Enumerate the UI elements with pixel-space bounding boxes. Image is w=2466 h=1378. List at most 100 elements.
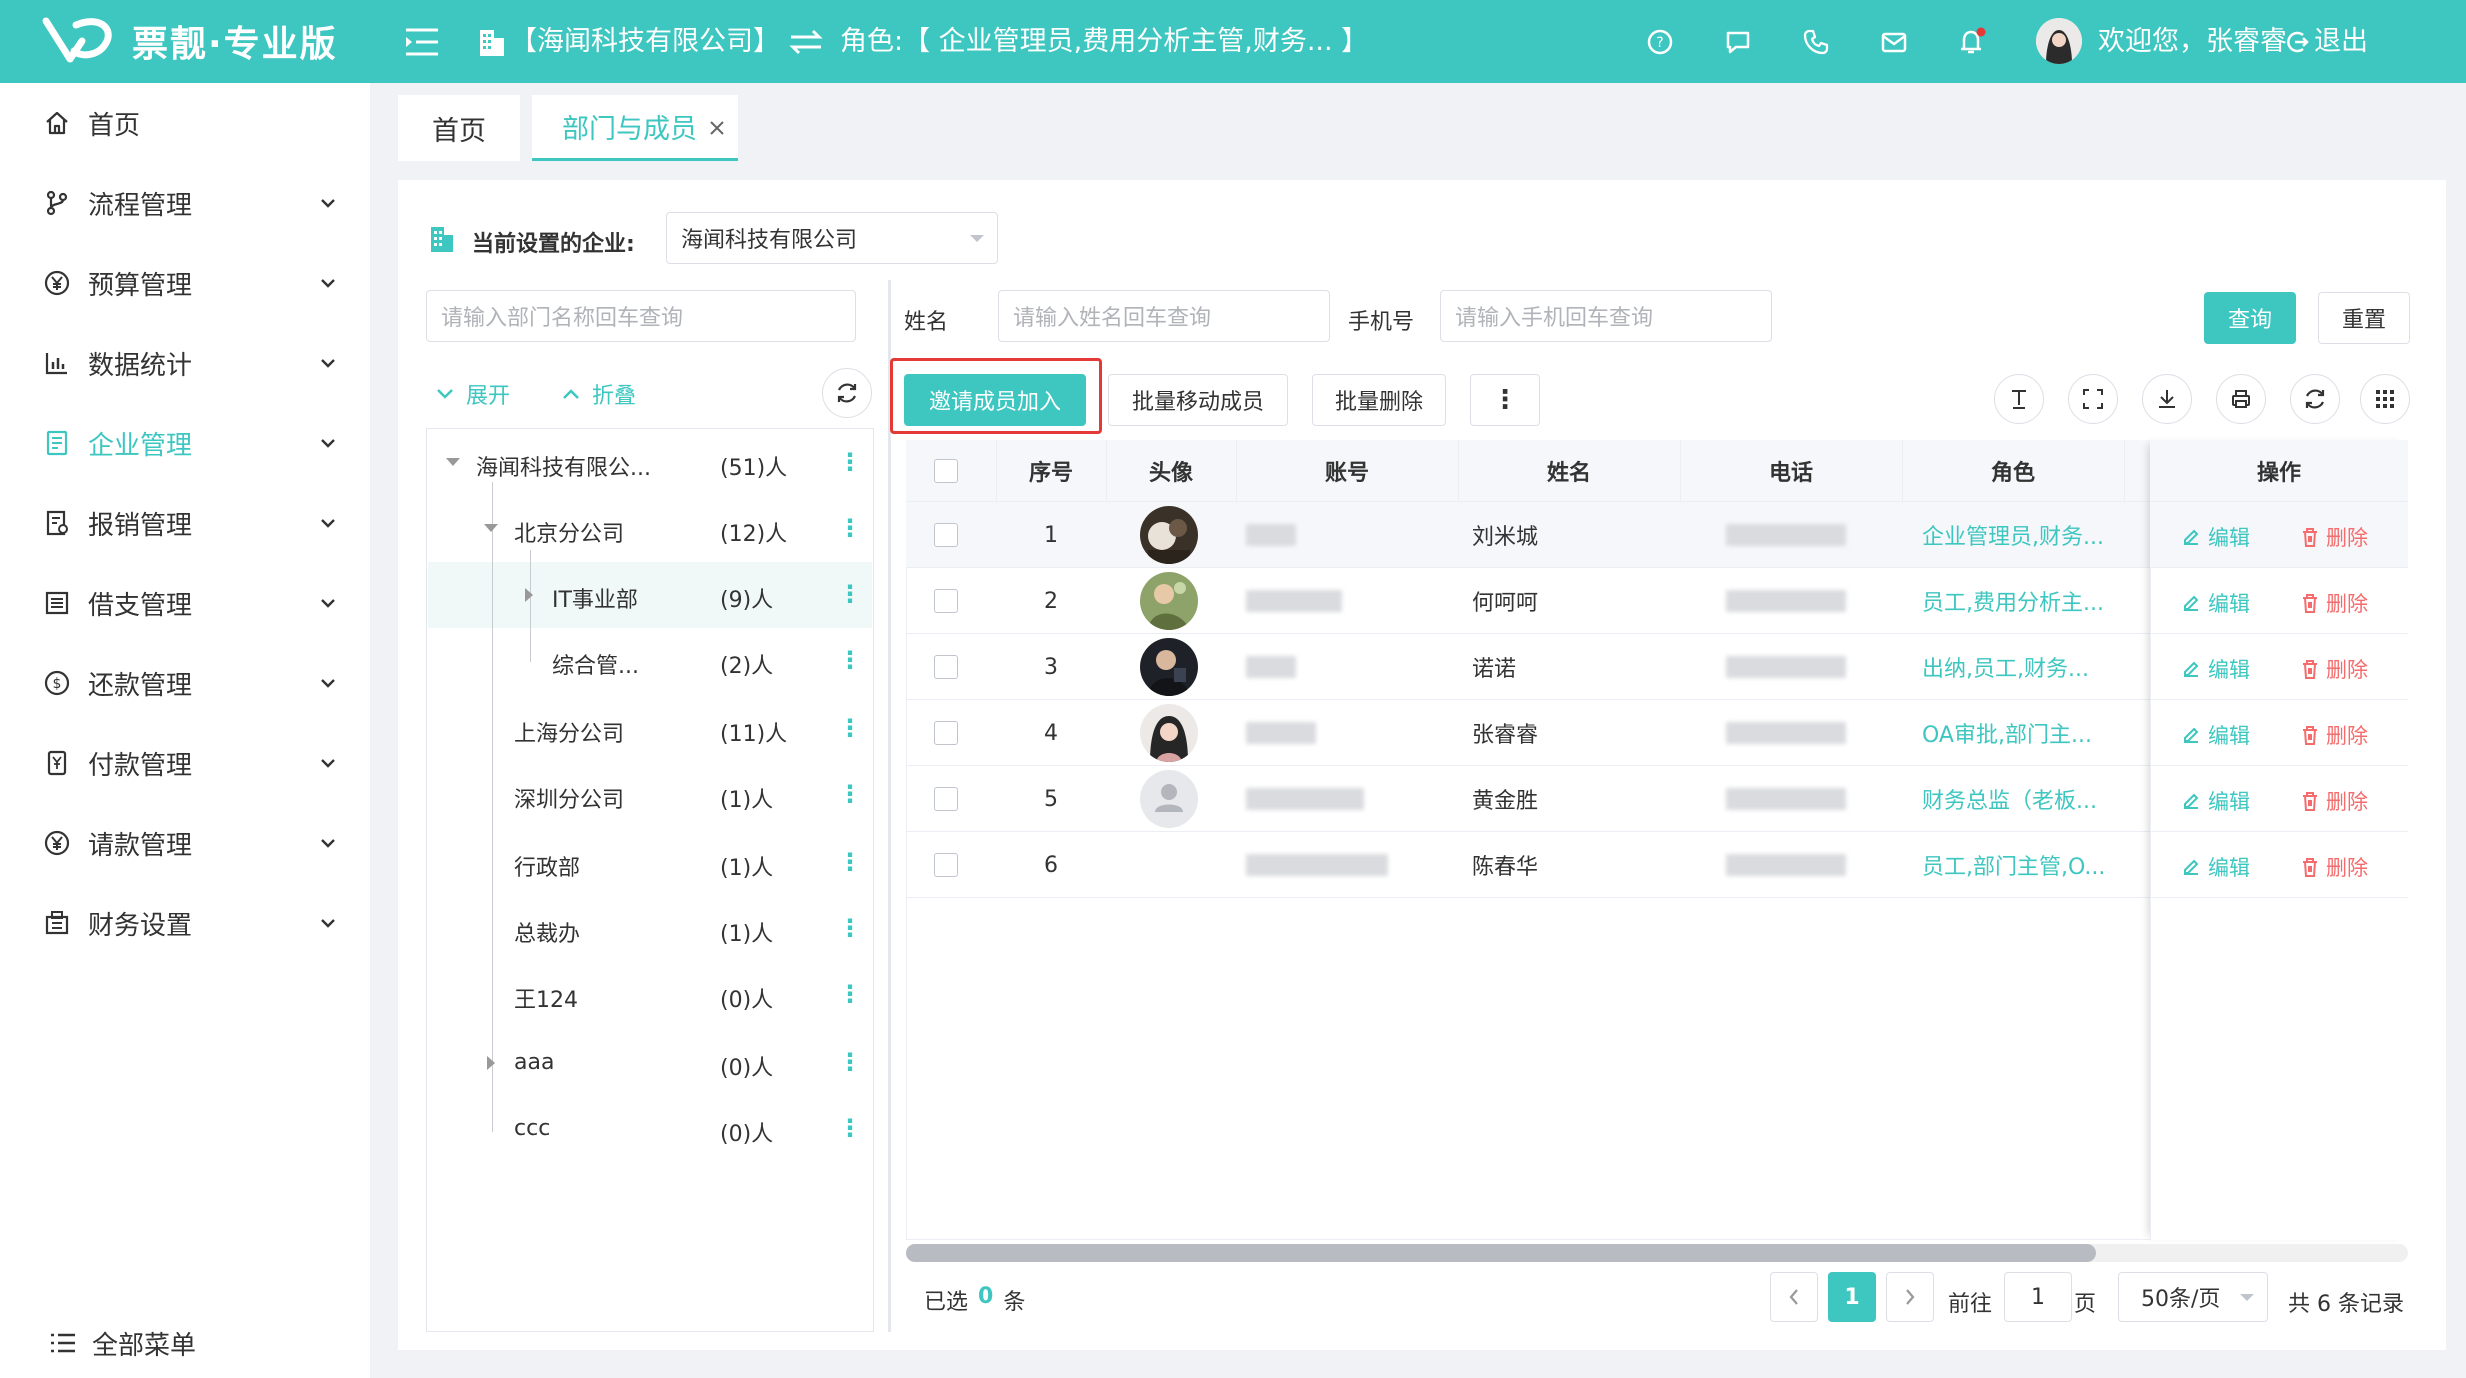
batch-move-button[interactable]: 批量移动成员 (1108, 374, 1288, 426)
tree-node[interactable]: 王124 (0)人 ⋮ (428, 962, 872, 1028)
edit-button[interactable]: 编辑 (2180, 654, 2250, 684)
row-checkbox[interactable] (934, 523, 958, 547)
page-1-button[interactable]: 1 (1828, 1272, 1876, 1322)
tree-node[interactable]: 深圳分公司 (1)人 ⋮ (428, 762, 872, 828)
current-company[interactable]: 【海闻科技有限公司】 (510, 20, 780, 64)
more-actions-button[interactable]: ⋮ (1470, 374, 1540, 426)
goto-page-input[interactable]: 1 (2004, 1272, 2072, 1322)
tree-node[interactable]: 综合管... (2)人 ⋮ (428, 628, 872, 694)
page-size-select[interactable]: 50条/页 (2118, 1272, 2268, 1322)
tree-node[interactable]: 行政部 (1)人 ⋮ (428, 830, 872, 896)
member-role[interactable]: 出纳,员工,财务... (1922, 634, 2089, 700)
tree-node[interactable]: 北京分公司 (12)人 ⋮ (428, 496, 872, 562)
member-role[interactable]: 企业管理员,财务... (1922, 502, 2104, 568)
delete-button[interactable]: 删除 (2300, 588, 2368, 618)
delete-button[interactable]: 删除 (2300, 852, 2368, 882)
horizontal-scrollbar-thumb[interactable] (906, 1244, 2096, 1262)
more-vertical-icon[interactable]: ⋮ (838, 514, 862, 542)
more-vertical-icon[interactable]: ⋮ (838, 914, 862, 942)
name-search-input[interactable]: 请输入姓名回车查询 (998, 290, 1330, 342)
delete-button[interactable]: 删除 (2300, 720, 2368, 750)
tab-departments-members[interactable]: 部门与成员 (532, 95, 738, 161)
app-logo[interactable]: 票靓·专业版 (40, 10, 360, 72)
member-role[interactable]: 员工,费用分析主... (1922, 568, 2104, 634)
more-vertical-icon[interactable]: ⋮ (838, 580, 862, 608)
query-button[interactable]: 查询 (2204, 292, 2296, 344)
next-page-button[interactable] (1886, 1272, 1934, 1322)
sidebar-item-payment[interactable]: 付款管理 (0, 733, 370, 793)
more-vertical-icon[interactable]: ⋮ (838, 448, 862, 476)
header-index[interactable]: 序号 (996, 440, 1106, 502)
print-button[interactable] (2216, 374, 2266, 424)
sidebar-item-finance-settings[interactable]: 财务设置 (0, 893, 370, 953)
edit-button[interactable]: 编辑 (2180, 522, 2250, 552)
tree-node[interactable]: 海闻科技有限公... (51)人 ⋮ (428, 430, 872, 496)
row-checkbox[interactable] (934, 853, 958, 877)
more-vertical-icon[interactable]: ⋮ (838, 780, 862, 808)
row-checkbox[interactable] (934, 655, 958, 679)
edit-button[interactable]: 编辑 (2180, 720, 2250, 750)
logout-icon[interactable] (2282, 20, 2312, 64)
sidebar-item-loan[interactable]: 借支管理 (0, 573, 370, 633)
user-avatar[interactable] (2036, 18, 2082, 64)
invite-member-button[interactable]: 邀请成员加入 (904, 374, 1086, 426)
reset-button[interactable]: 重置 (2318, 292, 2410, 344)
member-role[interactable]: 财务总监（老板... (1922, 766, 2097, 832)
refresh-tree-button[interactable] (822, 368, 872, 418)
sidebar-item-statistics[interactable]: 数据统计 (0, 333, 370, 393)
switch-role-icon[interactable] (784, 20, 828, 64)
row-checkbox[interactable] (934, 589, 958, 613)
header-phone[interactable]: 电话 (1680, 440, 1902, 502)
mail-icon[interactable] (1872, 20, 1916, 64)
panel-divider[interactable] (888, 280, 891, 1332)
chat-icon[interactable] (1716, 20, 1760, 64)
delete-button[interactable]: 删除 (2300, 522, 2368, 552)
more-vertical-icon[interactable]: ⋮ (838, 848, 862, 876)
more-vertical-icon[interactable]: ⋮ (838, 1114, 862, 1142)
batch-delete-button[interactable]: 批量删除 (1312, 374, 1446, 426)
tree-node[interactable]: ccc (0)人 ⋮ (428, 1096, 872, 1162)
tree-node[interactable]: 上海分公司 (11)人 ⋮ (428, 696, 872, 762)
prev-page-button[interactable] (1770, 1272, 1818, 1322)
refresh-table-button[interactable] (2290, 374, 2340, 424)
sidebar-item-request[interactable]: 请款管理 (0, 813, 370, 873)
row-checkbox[interactable] (934, 721, 958, 745)
expand-button[interactable]: 展开 (434, 378, 510, 410)
member-role[interactable]: 员工,部门主管,O... (1922, 832, 2105, 898)
help-icon[interactable]: ? (1638, 20, 1682, 64)
phone-search-input[interactable]: 请输入手机回车查询 (1440, 290, 1772, 342)
close-icon[interactable] (708, 119, 726, 137)
delete-button[interactable]: 删除 (2300, 786, 2368, 816)
tree-node[interactable]: 总裁办 (1)人 ⋮ (428, 896, 872, 962)
row-checkbox[interactable] (934, 787, 958, 811)
edit-button[interactable]: 编辑 (2180, 852, 2250, 882)
menu-toggle-icon[interactable] (400, 20, 444, 64)
current-role[interactable]: 角色:【 企业管理员,费用分析主管,财务... 】 (840, 20, 1368, 64)
department-search-input[interactable]: 请输入部门名称回车查询 (426, 290, 856, 342)
sidebar-item-home[interactable]: 首页 (0, 93, 370, 153)
sidebar-item-enterprise[interactable]: 企业管理 (0, 413, 370, 473)
company-select[interactable]: 海闻科技有限公司 (666, 212, 998, 264)
all-menu-button[interactable]: 全部菜单 (0, 1318, 370, 1368)
phone-icon[interactable] (1794, 20, 1838, 64)
edit-button[interactable]: 编辑 (2180, 588, 2250, 618)
sidebar-item-repay[interactable]: $ 还款管理 (0, 653, 370, 713)
download-button[interactable] (2142, 374, 2192, 424)
edit-button[interactable]: 编辑 (2180, 786, 2250, 816)
delete-button[interactable]: 删除 (2300, 654, 2368, 684)
tree-node-selected[interactable]: IT事业部 (9)人 ⋮ (428, 562, 872, 628)
more-vertical-icon[interactable]: ⋮ (838, 1048, 862, 1076)
sidebar-item-process[interactable]: 流程管理 (0, 173, 370, 233)
header-name[interactable]: 姓名 (1458, 440, 1680, 502)
header-account[interactable]: 账号 (1236, 440, 1458, 502)
sidebar-item-reimburse[interactable]: 报销管理 (0, 493, 370, 553)
tree-node[interactable]: aaa (0)人 ⋮ (428, 1030, 872, 1096)
collapse-button[interactable]: 折叠 (560, 378, 636, 410)
text-size-button[interactable] (1994, 374, 2044, 424)
more-vertical-icon[interactable]: ⋮ (838, 714, 862, 742)
tab-home[interactable]: 首页 (398, 95, 520, 161)
notification-bell-icon[interactable] (1950, 20, 1994, 64)
column-settings-button[interactable] (2360, 374, 2410, 424)
more-vertical-icon[interactable]: ⋮ (838, 980, 862, 1008)
select-all-checkbox[interactable] (934, 440, 958, 502)
